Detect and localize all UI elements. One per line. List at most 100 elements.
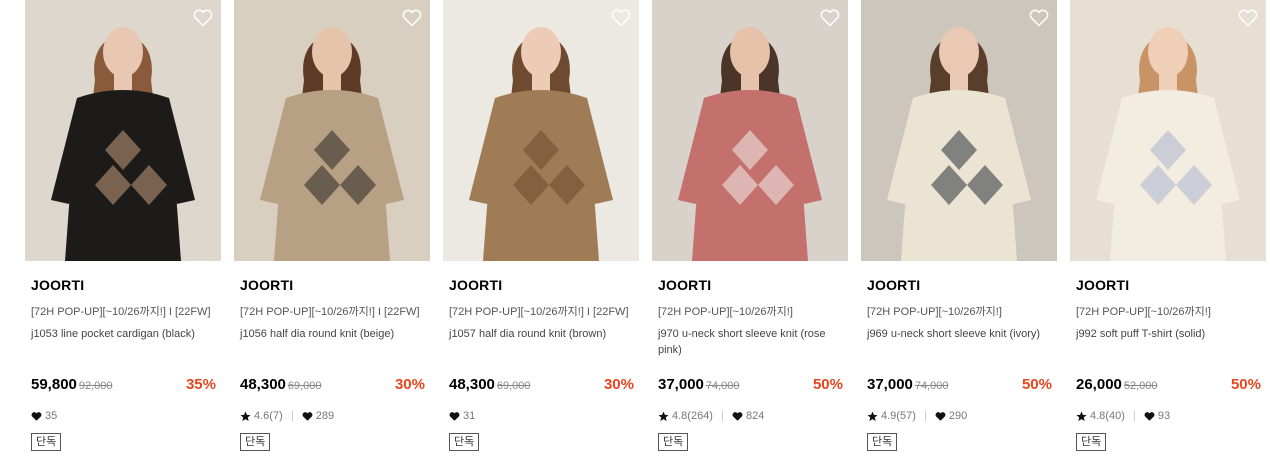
product-stats: 4.6(7) 289 bbox=[240, 409, 334, 423]
discount-rate: 50% bbox=[1230, 376, 1261, 393]
product-card[interactable]: JOORTI [72H POP-UP][~10/26까지!] I [22FW] … bbox=[443, 0, 639, 465]
promo-text[interactable]: [72H POP-UP][~10/26까지!] I [22FW] bbox=[31, 303, 227, 319]
exclusive-badge: 단독 bbox=[31, 433, 62, 451]
wishlist-heart-icon[interactable] bbox=[193, 9, 213, 27]
product-name[interactable]: j992 soft puff T-shirt (solid) bbox=[1076, 326, 1262, 342]
sale-price-value: 48,300 bbox=[449, 376, 495, 393]
product-card[interactable]: JOORTI [72H POP-UP][~10/26까지!] I [22FW] … bbox=[234, 0, 430, 465]
discount-rate: 30% bbox=[394, 376, 425, 393]
likes-heart-icon bbox=[31, 411, 42, 421]
rating-star-icon bbox=[867, 411, 878, 421]
likes-count: 93 bbox=[1157, 410, 1171, 422]
wishlist-heart-icon[interactable] bbox=[611, 9, 631, 27]
discount-rate: 50% bbox=[812, 376, 843, 393]
rating-star-icon bbox=[1076, 411, 1087, 421]
sale-price: 59,800 92,000 bbox=[31, 376, 113, 393]
promo-text[interactable]: [72H POP-UP][~10/26까지!] I [22FW] bbox=[449, 303, 645, 319]
product-grid: JOORTI [72H POP-UP][~10/26까지!] I [22FW] … bbox=[0, 0, 1270, 465]
likes-count: 290 bbox=[948, 410, 968, 422]
stats-divider bbox=[924, 411, 926, 421]
model-face bbox=[939, 27, 979, 77]
sale-price: 37,000 74,000 bbox=[658, 376, 740, 393]
original-price: 69,000 bbox=[287, 380, 322, 392]
exclusive-badge: 단독 bbox=[449, 433, 480, 451]
model-face bbox=[103, 27, 143, 77]
brand-name[interactable]: JOORTI bbox=[1076, 277, 1129, 293]
product-image[interactable] bbox=[443, 0, 639, 261]
product-name[interactable]: j1057 half dia round knit (brown) bbox=[449, 326, 635, 342]
sale-price-value: 37,000 bbox=[658, 376, 704, 393]
exclusive-badge: 단독 bbox=[867, 433, 898, 451]
product-image[interactable] bbox=[25, 0, 221, 261]
rating-value: 4.8(264) bbox=[672, 410, 713, 422]
brand-name[interactable]: JOORTI bbox=[658, 277, 711, 293]
rating-star-icon bbox=[240, 411, 251, 421]
stats-divider bbox=[291, 411, 293, 421]
product-image[interactable] bbox=[1070, 0, 1266, 261]
rating-value: 4.9(57) bbox=[881, 410, 916, 422]
product-stats: 4.8(264) 824 bbox=[658, 409, 764, 423]
likes-count: 289 bbox=[315, 410, 335, 422]
likes-heart-icon bbox=[302, 411, 313, 421]
original-price: 92,000 bbox=[78, 380, 113, 392]
product-name[interactable]: j1053 line pocket cardigan (black) bbox=[31, 326, 217, 342]
wishlist-heart-icon[interactable] bbox=[820, 9, 840, 27]
product-name[interactable]: j1056 half dia round knit (beige) bbox=[240, 326, 426, 342]
promo-text[interactable]: [72H POP-UP][~10/26까지!] bbox=[867, 303, 1063, 319]
rating-star-icon bbox=[658, 411, 669, 421]
exclusive-badge: 단독 bbox=[240, 433, 271, 451]
discount-rate: 50% bbox=[1021, 376, 1052, 393]
sale-price: 48,300 69,000 bbox=[449, 376, 531, 393]
wishlist-heart-icon[interactable] bbox=[402, 9, 422, 27]
product-name[interactable]: j969 u-neck short sleeve knit (ivory) bbox=[867, 326, 1053, 342]
stats-divider bbox=[721, 411, 723, 421]
likes-count: 824 bbox=[745, 410, 765, 422]
product-image[interactable] bbox=[652, 0, 848, 261]
wishlist-heart-icon[interactable] bbox=[1238, 9, 1258, 27]
product-card[interactable]: JOORTI [72H POP-UP][~10/26까지!] j969 u-ne… bbox=[861, 0, 1057, 465]
product-stats: 4.8(40) 93 bbox=[1076, 409, 1170, 423]
wishlist-heart-icon[interactable] bbox=[1029, 9, 1049, 27]
product-card[interactable]: JOORTI [72H POP-UP][~10/26까지!] j992 soft… bbox=[1070, 0, 1266, 465]
promo-text[interactable]: [72H POP-UP][~10/26까지!] I [22FW] bbox=[240, 303, 436, 319]
promo-text[interactable]: [72H POP-UP][~10/26까지!] bbox=[1076, 303, 1270, 319]
sale-price-value: 37,000 bbox=[867, 376, 913, 393]
product-stats: 4.9(57) 290 bbox=[867, 409, 967, 423]
sale-price-value: 26,000 bbox=[1076, 376, 1122, 393]
likes-heart-icon bbox=[935, 411, 946, 421]
model-face bbox=[521, 27, 561, 77]
exclusive-badge: 단독 bbox=[1076, 433, 1107, 451]
original-price: 52,000 bbox=[1123, 380, 1158, 392]
product-image[interactable] bbox=[861, 0, 1057, 261]
sale-price-value: 59,800 bbox=[31, 376, 77, 393]
original-price: 74,000 bbox=[705, 380, 740, 392]
sale-price: 26,000 52,000 bbox=[1076, 376, 1158, 393]
exclusive-badge: 단독 bbox=[658, 433, 689, 451]
promo-text[interactable]: [72H POP-UP][~10/26까지!] bbox=[658, 303, 854, 319]
sale-price: 48,300 69,000 bbox=[240, 376, 322, 393]
brand-name[interactable]: JOORTI bbox=[240, 277, 293, 293]
stats-divider bbox=[1133, 411, 1135, 421]
original-price: 69,000 bbox=[496, 380, 531, 392]
rating-value: 4.8(40) bbox=[1090, 410, 1125, 422]
product-card[interactable]: JOORTI [72H POP-UP][~10/26까지!] j970 u-ne… bbox=[652, 0, 848, 465]
likes-count: 31 bbox=[463, 410, 476, 422]
product-card[interactable]: JOORTI [72H POP-UP][~10/26까지!] I [22FW] … bbox=[25, 0, 221, 465]
brand-name[interactable]: JOORTI bbox=[449, 277, 502, 293]
discount-rate: 30% bbox=[603, 376, 634, 393]
model-face bbox=[730, 27, 770, 77]
model-face bbox=[1148, 27, 1188, 77]
brand-name[interactable]: JOORTI bbox=[31, 277, 84, 293]
product-name[interactable]: j970 u-neck short sleeve knit (rose pink… bbox=[658, 326, 844, 358]
brand-name[interactable]: JOORTI bbox=[867, 277, 920, 293]
sale-price: 37,000 74,000 bbox=[867, 376, 949, 393]
product-image[interactable] bbox=[234, 0, 430, 261]
rating-value: 4.6(7) bbox=[254, 410, 283, 422]
product-stats: 31 bbox=[449, 409, 475, 423]
likes-heart-icon bbox=[732, 411, 743, 421]
likes-heart-icon bbox=[1144, 411, 1155, 421]
discount-rate: 35% bbox=[185, 376, 216, 393]
sale-price-value: 48,300 bbox=[240, 376, 286, 393]
original-price: 74,000 bbox=[914, 380, 949, 392]
model-face bbox=[312, 27, 352, 77]
